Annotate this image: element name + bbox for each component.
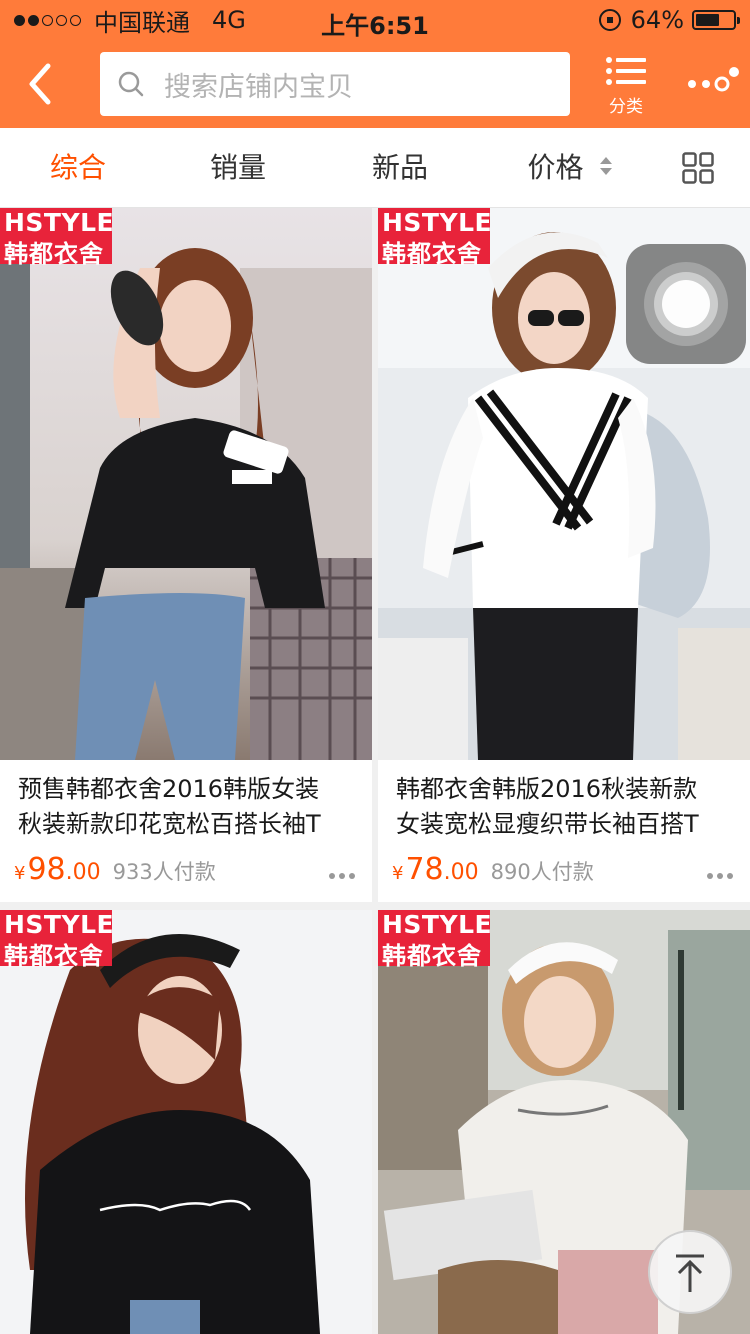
back-to-top-icon: [676, 1254, 704, 1292]
brand-badge: HSTYLE 韩都衣舍: [378, 910, 493, 970]
brand-badge: HSTYLE 韩都衣舍: [378, 208, 493, 268]
category-button[interactable]: 分类: [598, 56, 654, 117]
brand-badge-top: HSTYLE: [382, 208, 493, 237]
product-card[interactable]: HSTYLE 韩都衣舍: [0, 910, 372, 1334]
product-info: 韩都衣舍韩版2016秋装新款 女装宽松显瘦织带长袖百搭T ¥ 78 .00 89…: [378, 760, 750, 902]
assistive-touch-button[interactable]: [626, 244, 746, 364]
brand-badge-top: HSTYLE: [4, 208, 115, 237]
product-image[interactable]: HSTYLE 韩都衣舍: [0, 208, 372, 760]
product-title-line: 预售韩都衣舍2016韩版女装: [18, 775, 320, 803]
sort-tab-label: 价格: [527, 151, 584, 184]
status-bar: 中国联通 4G 上午6:51 64%: [0, 0, 750, 40]
app-screen: 中国联通 4G 上午6:51 64% 搜索店铺内宝贝 分类 综合 销量 新品 价…: [0, 0, 750, 1334]
sort-tab-comprehensive[interactable]: 综合: [40, 128, 116, 208]
brand-badge-top: HSTYLE: [382, 910, 493, 939]
list-icon: [606, 57, 646, 85]
sort-tab-label: 销量: [209, 151, 266, 184]
category-label: 分类: [609, 97, 643, 117]
product-photo: [0, 208, 372, 760]
brand-badge: HSTYLE 韩都衣舍: [0, 208, 115, 268]
sort-tab-label: 新品: [371, 151, 428, 184]
grid-view-toggle[interactable]: [682, 152, 714, 184]
price-row: ¥ 78 .00 890人付款: [392, 852, 742, 892]
brand-badge-bottom: 韩都衣舍: [382, 942, 482, 970]
search-input[interactable]: 搜索店铺内宝贝: [100, 52, 570, 116]
sort-bar: 综合 销量 新品 价格: [0, 128, 750, 208]
price-decimal: .00: [443, 860, 479, 885]
nav-bar: 搜索店铺内宝贝 分类: [0, 40, 750, 128]
price-row: ¥ 98 .00 933人付款: [14, 852, 364, 892]
currency-symbol: ¥: [392, 863, 404, 884]
product-title-line: 秋装新款印花宽松百搭长袖T: [18, 810, 321, 838]
sort-tab-label: 综合: [49, 151, 106, 184]
brand-badge-bottom: 韩都衣舍: [4, 240, 104, 268]
sort-tab-price[interactable]: 价格: [520, 128, 620, 208]
more-icon: [688, 67, 739, 92]
sold-count: 933人付款: [112, 860, 216, 884]
product-card[interactable]: HSTYLE 韩都衣舍 预售韩都衣舍2016韩版女装 秋装新款印花宽松百搭长袖T…: [0, 208, 372, 902]
currency-symbol: ¥: [14, 863, 26, 884]
search-icon: [118, 71, 144, 97]
price-decimal: .00: [65, 860, 101, 885]
price-integer: 98: [27, 852, 66, 887]
rotation-lock-icon: [598, 9, 621, 31]
product-photo: [0, 910, 372, 1334]
status-right: 64%: [598, 6, 740, 34]
sort-arrows-icon: [600, 157, 613, 175]
product-title-line: 女装宽松显瘦织带长袖百搭T: [396, 810, 699, 838]
search-placeholder: 搜索店铺内宝贝: [164, 71, 353, 103]
grid-view-icon: [682, 152, 714, 184]
back-to-top-button[interactable]: [648, 1230, 732, 1314]
sold-count: 890人付款: [490, 860, 594, 884]
brand-badge-top: HSTYLE: [4, 910, 115, 939]
sort-tab-new[interactable]: 新品: [362, 128, 438, 208]
battery-icon: [692, 10, 740, 30]
brand-badge-bottom: 韩都衣舍: [4, 942, 104, 970]
battery-percent: 64%: [630, 6, 684, 34]
brand-badge-bottom: 韩都衣舍: [382, 240, 482, 268]
sort-tab-sales[interactable]: 销量: [200, 128, 276, 208]
more-button[interactable]: [684, 62, 740, 102]
product-title-line: 韩都衣舍韩版2016秋装新款: [396, 775, 698, 803]
product-info: 预售韩都衣舍2016韩版女装 秋装新款印花宽松百搭长袖T ¥ 98 .00 93…: [0, 760, 372, 902]
price-integer: 78: [405, 852, 444, 887]
more-options-icon[interactable]: [706, 872, 734, 880]
product-title[interactable]: 韩都衣舍韩版2016秋装新款 女装宽松显瘦织带长袖百搭T: [396, 772, 740, 844]
product-title[interactable]: 预售韩都衣舍2016韩版女装 秋装新款印花宽松百搭长袖T: [18, 772, 362, 844]
brand-badge: HSTYLE 韩都衣舍: [0, 910, 115, 970]
back-button[interactable]: [22, 62, 62, 106]
product-image[interactable]: HSTYLE 韩都衣舍: [0, 910, 372, 1334]
more-options-icon[interactable]: [328, 872, 356, 880]
back-arrow-icon: [29, 63, 51, 105]
